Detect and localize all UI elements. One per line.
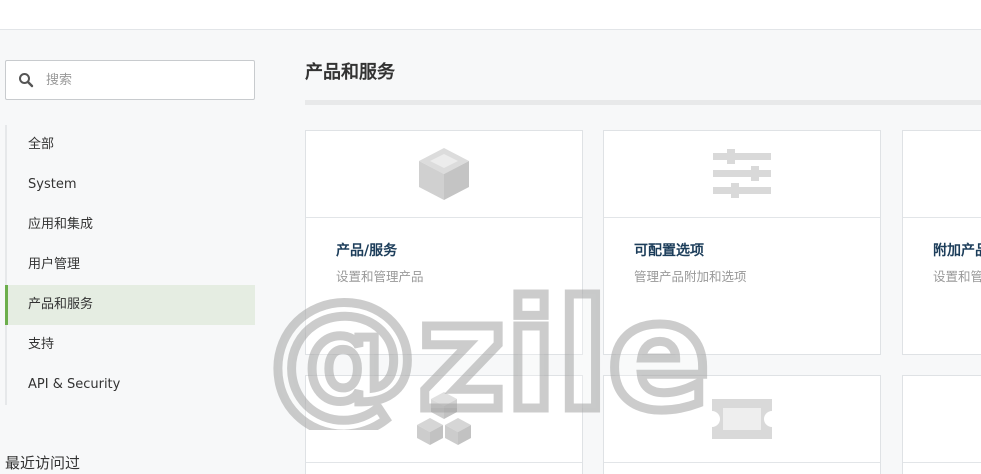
- sidebar-item-support[interactable]: 支持: [7, 325, 255, 365]
- search-icon: [19, 73, 34, 88]
- top-bar: [0, 0, 981, 30]
- card-bundles[interactable]: [305, 375, 583, 474]
- sidebar-nav: 全部 System 应用和集成 用户管理 产品和服务 支持 API & Secu…: [5, 125, 255, 405]
- boxes-icon: [417, 392, 471, 445]
- card-description: 设置和管: [933, 269, 981, 284]
- sidebar-item-products-services[interactable]: 产品和服务: [5, 285, 255, 325]
- search-input[interactable]: [46, 61, 246, 99]
- search-box[interactable]: [5, 60, 255, 100]
- card-description: 设置和管理产品: [336, 269, 424, 284]
- sidebar-item-apps-integrations[interactable]: 应用和集成: [7, 205, 255, 245]
- page-title: 产品和服务: [305, 62, 395, 83]
- title-divider: [305, 100, 981, 105]
- sidebar-item-user-management[interactable]: 用户管理: [7, 245, 255, 285]
- sidebar-item-all[interactable]: 全部: [7, 125, 255, 165]
- card-more[interactable]: [902, 375, 981, 474]
- sliders-icon: [713, 149, 771, 198]
- sidebar-item-system[interactable]: System: [7, 165, 255, 205]
- card-configurable-options[interactable]: 可配置选项 管理产品附加和选项: [603, 130, 881, 355]
- recently-visited-heading: 最近访问过: [5, 454, 81, 472]
- card-promotions[interactable]: [603, 375, 881, 474]
- box-icon: [419, 148, 469, 200]
- ticket-icon: [712, 399, 772, 439]
- card-title: 产品/服务: [336, 243, 398, 259]
- card-title: 附加产品: [933, 243, 981, 259]
- card-products-services[interactable]: 产品/服务 设置和管理产品: [305, 130, 583, 355]
- card-title: 可配置选项: [634, 243, 704, 259]
- card-addons[interactable]: 附加产品 设置和管: [902, 130, 981, 355]
- sidebar-item-api-security[interactable]: API & Security: [7, 365, 255, 405]
- card-description: 管理产品附加和选项: [634, 269, 747, 284]
